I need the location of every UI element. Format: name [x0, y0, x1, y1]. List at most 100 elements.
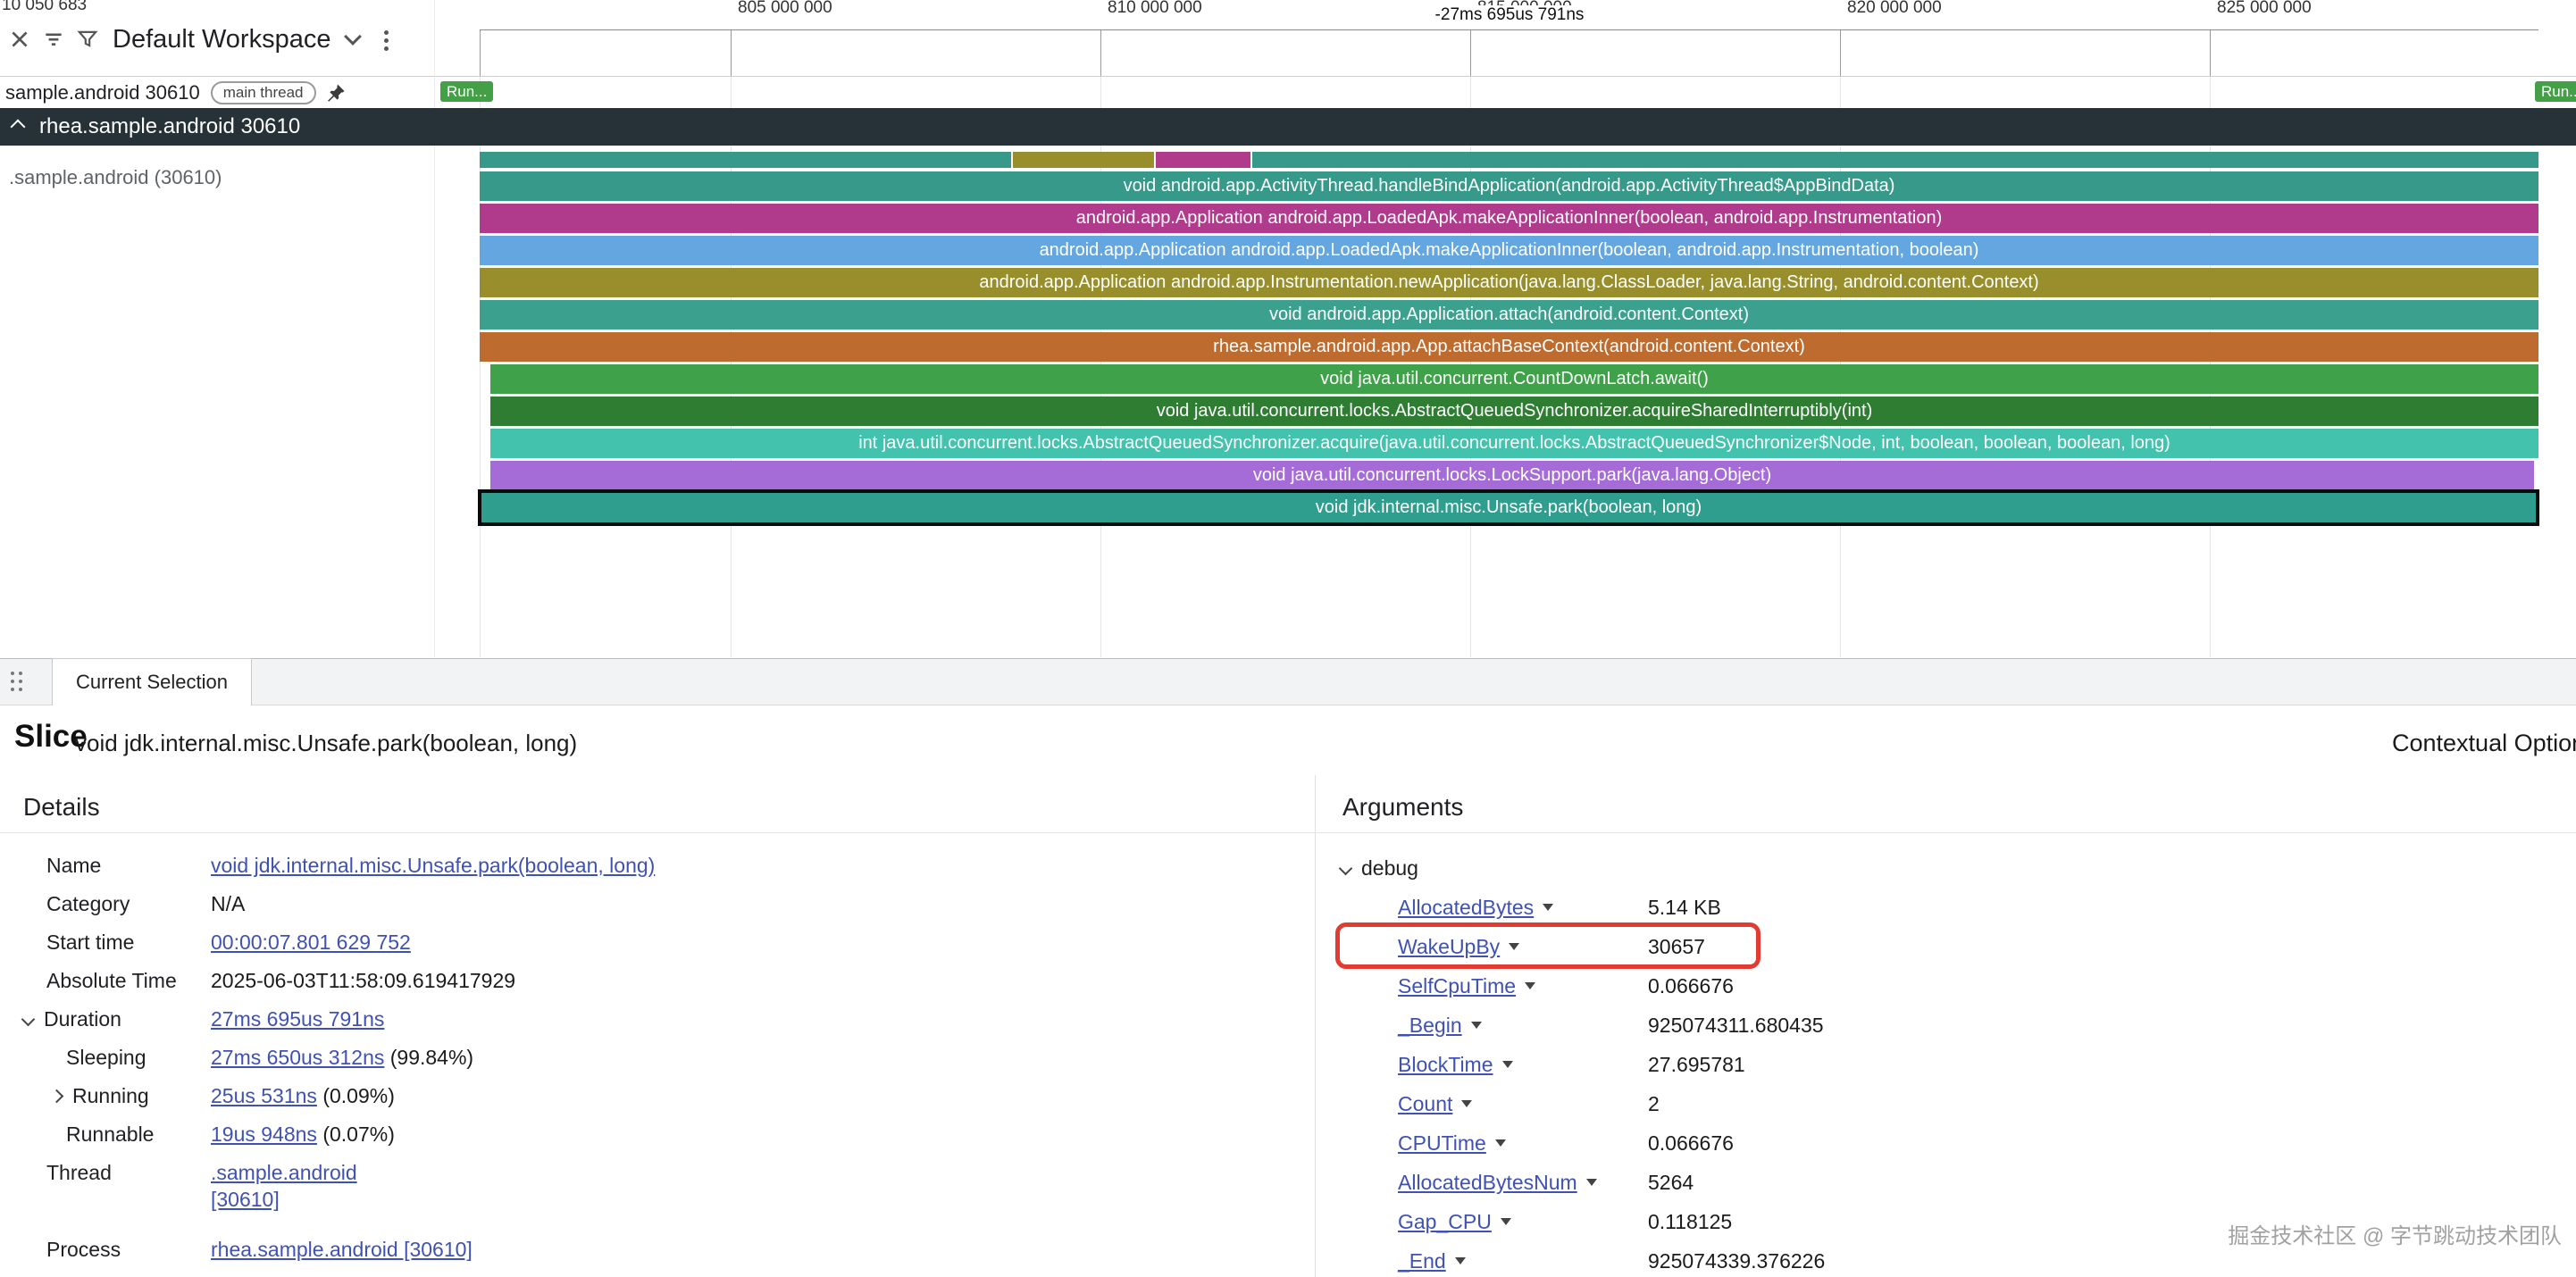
- argument-value: 925074311.680435: [1648, 1006, 1824, 1045]
- details-label: Runnable: [0, 1115, 1315, 1154]
- details-value-link[interactable]: 27ms 695us 791ns: [211, 1007, 384, 1031]
- argument-key[interactable]: AllocatedBytes: [1398, 888, 1553, 927]
- flame-slice[interactable]: void android.app.Application.attach(andr…: [480, 300, 2538, 330]
- details-label: Sleeping: [0, 1039, 1315, 1077]
- run-query-badge-right[interactable]: Run...: [2535, 81, 2576, 102]
- process-group-title: rhea.sample.android 30610: [39, 114, 300, 139]
- flame-slice[interactable]: rhea.sample.android.app.App.attachBaseCo…: [480, 332, 2538, 362]
- details-value-text: N/A: [211, 892, 245, 915]
- argument-value: 0.118125: [1648, 1202, 1732, 1241]
- argument-key-text: WakeUpBy: [1398, 935, 1500, 959]
- details-label-text: Sleeping: [66, 1046, 146, 1070]
- flame-slice-label: void android.app.ActivityThread.handleBi…: [480, 171, 2538, 201]
- watermark-text: 掘金技术社区 @ 字节跳动技术团队: [2228, 1218, 2562, 1249]
- dropdown-caret-icon: [1495, 1139, 1506, 1147]
- workspace-dropdown-chevron-icon[interactable]: [345, 28, 363, 46]
- flame-slice[interactable]: int java.util.concurrent.locks.AbstractQ…: [490, 429, 2538, 458]
- flame-slice-selected[interactable]: void jdk.internal.misc.Unsafe.park(boole…: [481, 493, 2536, 522]
- details-value-link[interactable]: .sample.android [30610]: [211, 1161, 357, 1211]
- drawer-drag-handle-icon[interactable]: [11, 672, 14, 675]
- ruler-tick: [2210, 30, 2211, 76]
- details-value-text: (0.09%): [317, 1084, 395, 1107]
- contextual-options-button[interactable]: Contextual Options: [2392, 730, 2576, 757]
- argument-key[interactable]: WakeUpBy: [1398, 927, 1519, 966]
- ruler-tick: [1840, 30, 1841, 76]
- argument-row: _Begin 925074311.680435: [1316, 1006, 2576, 1045]
- selection-duration-label: -27ms 695us 791ns: [1426, 5, 1593, 25]
- details-row: Duration27ms 695us 791ns: [0, 1000, 1315, 1039]
- flame-slice[interactable]: void android.app.ActivityThread.handleBi…: [480, 171, 2538, 201]
- details-row: Absolute Time2025-06-03T11:58:09.6194179…: [0, 962, 1315, 1000]
- argument-key[interactable]: _Begin: [1398, 1006, 1482, 1045]
- argument-row: Count2: [1316, 1084, 2576, 1123]
- clear-selection-icon[interactable]: [5, 25, 34, 54]
- collapse-debug-chevron-icon[interactable]: [1339, 861, 1353, 875]
- flame-slice-partial[interactable]: [1252, 152, 2538, 168]
- argument-row: CPUTime 0.066676: [1316, 1123, 2576, 1163]
- details-value-link[interactable]: 25us 531ns: [211, 1084, 317, 1107]
- filter-list-icon[interactable]: [39, 25, 68, 54]
- thread-track-label[interactable]: .sample.android (30610): [9, 166, 222, 189]
- funnel-filter-icon[interactable]: [73, 25, 102, 54]
- details-label: Start time: [0, 923, 1315, 962]
- ruler-corner-timestamp: 10 050 683: [2, 0, 87, 15]
- flame-slice-label: android.app.Application android.app.Inst…: [480, 268, 2538, 297]
- flame-slice-partial[interactable]: [1013, 152, 1154, 168]
- details-label-text: Name: [46, 854, 101, 878]
- perfetto-trace-viewer: 10 050 683 805 000 000810 000 000815 000…: [0, 0, 2576, 1277]
- flame-slice[interactable]: void java.util.concurrent.locks.Abstract…: [490, 396, 2538, 426]
- details-value-link[interactable]: 27ms 650us 312ns: [211, 1046, 384, 1069]
- details-value: 2025-06-03T11:58:09.619417929: [211, 962, 515, 1000]
- flame-slice-partial[interactable]: [1156, 152, 1250, 168]
- argument-key[interactable]: BlockTime: [1398, 1045, 1513, 1084]
- expand-chevron-icon[interactable]: [50, 1089, 64, 1104]
- details-value: 10504: [211, 1269, 268, 1277]
- arguments-group-debug[interactable]: debug: [1316, 848, 1418, 888]
- arguments-heading-separator: [1316, 832, 2576, 833]
- details-value: .sample.android [30610]: [211, 1154, 416, 1213]
- flame-slice[interactable]: android.app.Application android.app.Load…: [480, 236, 2538, 265]
- details-value: rhea.sample.android [30610]: [211, 1231, 473, 1269]
- tab-current-selection[interactable]: Current Selection: [52, 658, 252, 705]
- selection-duration-line: [480, 29, 2538, 30]
- details-value-link[interactable]: 00:00:07.801 629 752: [211, 931, 411, 954]
- collapse-process-chevron-icon[interactable]: [11, 120, 26, 135]
- flame-slice[interactable]: void java.util.concurrent.locks.LockSupp…: [490, 461, 2534, 490]
- flame-slice[interactable]: void java.util.concurrent.CountDownLatch…: [490, 364, 2538, 394]
- flame-slice[interactable]: android.app.Application android.app.Load…: [480, 204, 2538, 233]
- argument-key[interactable]: AllocatedBytesNum: [1398, 1163, 1597, 1202]
- selection-title-row: Slice void jdk.internal.misc.Unsafe.park…: [0, 706, 2576, 775]
- run-query-badge[interactable]: Run...: [440, 81, 493, 102]
- dropdown-caret-icon: [1586, 1179, 1597, 1186]
- dropdown-caret-icon: [1543, 904, 1553, 911]
- details-value: 00:00:07.801 629 752: [211, 923, 411, 962]
- argument-key[interactable]: SelfCpuTime: [1398, 966, 1535, 1006]
- details-value-text: 2025-06-03T11:58:09.619417929: [211, 969, 515, 992]
- workspace-bar: Default Workspace: [0, 14, 434, 64]
- argument-value: 0.066676: [1648, 1123, 1734, 1163]
- details-label-text: Category: [46, 892, 130, 916]
- selected-slice-name: void jdk.internal.misc.Unsafe.park(boole…: [75, 730, 577, 757]
- dropdown-caret-icon: [1471, 1022, 1482, 1029]
- track-panel-border: [434, 0, 435, 657]
- flame-slice[interactable]: android.app.Application android.app.Inst…: [480, 268, 2538, 297]
- details-value: 25us 531ns (0.09%): [211, 1077, 395, 1115]
- details-label: Process: [0, 1231, 1315, 1269]
- pin-icon[interactable]: [325, 82, 347, 104]
- argument-key[interactable]: Count: [1398, 1084, 1472, 1123]
- details-row: Runnable19us 948ns (0.07%): [0, 1115, 1315, 1154]
- flame-slice-partial[interactable]: [480, 152, 1011, 168]
- process-group-header[interactable]: rhea.sample.android 30610: [0, 108, 2576, 146]
- argument-key[interactable]: Gap_CPU: [1398, 1202, 1511, 1241]
- argument-key[interactable]: CPUTime: [1398, 1123, 1506, 1163]
- workspace-menu-kebab-icon[interactable]: [384, 30, 389, 35]
- pinned-track-row[interactable]: sample.android 30610 main thread: [0, 77, 434, 109]
- details-value-link[interactable]: void jdk.internal.misc.Unsafe.park(boole…: [211, 854, 655, 877]
- workspace-selector[interactable]: Default Workspace: [113, 25, 330, 54]
- details-value-link[interactable]: 19us 948ns: [211, 1123, 317, 1146]
- argument-key[interactable]: _End: [1398, 1241, 1466, 1277]
- details-value-link[interactable]: rhea.sample.android [30610]: [211, 1238, 473, 1261]
- argument-key-text: Gap_CPU: [1398, 1210, 1492, 1234]
- argument-row: SelfCpuTime0.066676: [1316, 966, 2576, 1006]
- collapse-chevron-icon[interactable]: [21, 1013, 36, 1027]
